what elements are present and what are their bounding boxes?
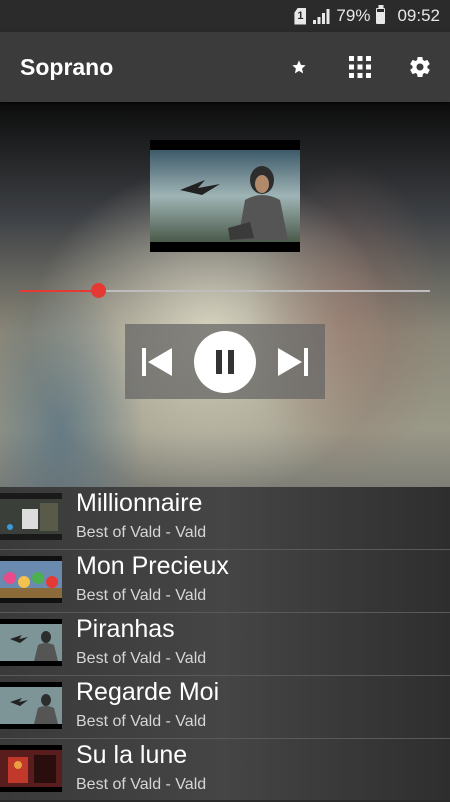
track-title: Su la lune: [76, 741, 188, 769]
gear-icon: [410, 57, 430, 78]
clock: 09:52: [397, 6, 440, 25]
track-title: Regarde Moi: [76, 678, 220, 706]
next-button[interactable]: [273, 342, 313, 382]
track-row[interactable]: Regarde Moi Best of Vald - Vald: [0, 676, 450, 739]
track-subtitle: Best of Vald - Vald: [76, 776, 207, 793]
app-title: Soprano: [20, 54, 114, 80]
sim-card-icon: 1: [294, 7, 307, 25]
status-bar: 1 79% 09:52: [0, 0, 450, 32]
track-subtitle: Best of Vald - Vald: [76, 524, 207, 541]
grid-view-button[interactable]: [344, 51, 376, 83]
skip-next-icon: [278, 347, 308, 376]
pause-icon: [216, 349, 234, 374]
seek-bar[interactable]: [20, 283, 430, 298]
track-thumbnail: [0, 745, 62, 792]
track-row[interactable]: Mon Precieux Best of Vald - Vald: [0, 550, 450, 613]
seek-thumb[interactable]: [90, 283, 106, 298]
seek-progress: [20, 290, 98, 292]
settings-button[interactable]: [404, 51, 436, 83]
sim-slot-number: 1: [297, 10, 304, 22]
track-title: Millionnaire: [76, 489, 203, 517]
track-list: Millionnaire Best of Vald - Vald Mon Pre…: [0, 487, 450, 800]
track-thumbnail: [0, 556, 62, 603]
track-thumbnail: [0, 682, 62, 729]
favorite-button[interactable]: [283, 51, 315, 83]
battery-icon: [376, 8, 386, 24]
star-icon: [292, 60, 306, 74]
battery-percent: 79%: [336, 6, 371, 25]
track-row[interactable]: Piranhas Best of Vald - Vald: [0, 613, 450, 676]
app-bar: Soprano: [0, 32, 450, 102]
track-row[interactable]: Millionnaire Best of Vald - Vald: [0, 487, 450, 550]
playback-controls: [125, 324, 325, 399]
album-art: [150, 140, 300, 252]
track-title: Mon Precieux: [76, 552, 229, 580]
signal-strength-icon: [313, 9, 330, 24]
previous-button[interactable]: [137, 342, 177, 382]
track-subtitle: Best of Vald - Vald: [76, 587, 207, 604]
track-subtitle: Best of Vald - Vald: [76, 650, 207, 667]
track-title: Piranhas: [76, 615, 175, 643]
skip-previous-icon: [142, 347, 172, 376]
pause-button[interactable]: [194, 330, 256, 393]
track-thumbnail: [0, 493, 62, 540]
now-playing-panel: [0, 102, 450, 487]
track-subtitle: Best of Vald - Vald: [76, 713, 207, 730]
grid-icon: [349, 56, 371, 78]
track-row[interactable]: Su la lune Best of Vald - Vald: [0, 739, 450, 802]
track-thumbnail: [0, 619, 62, 666]
